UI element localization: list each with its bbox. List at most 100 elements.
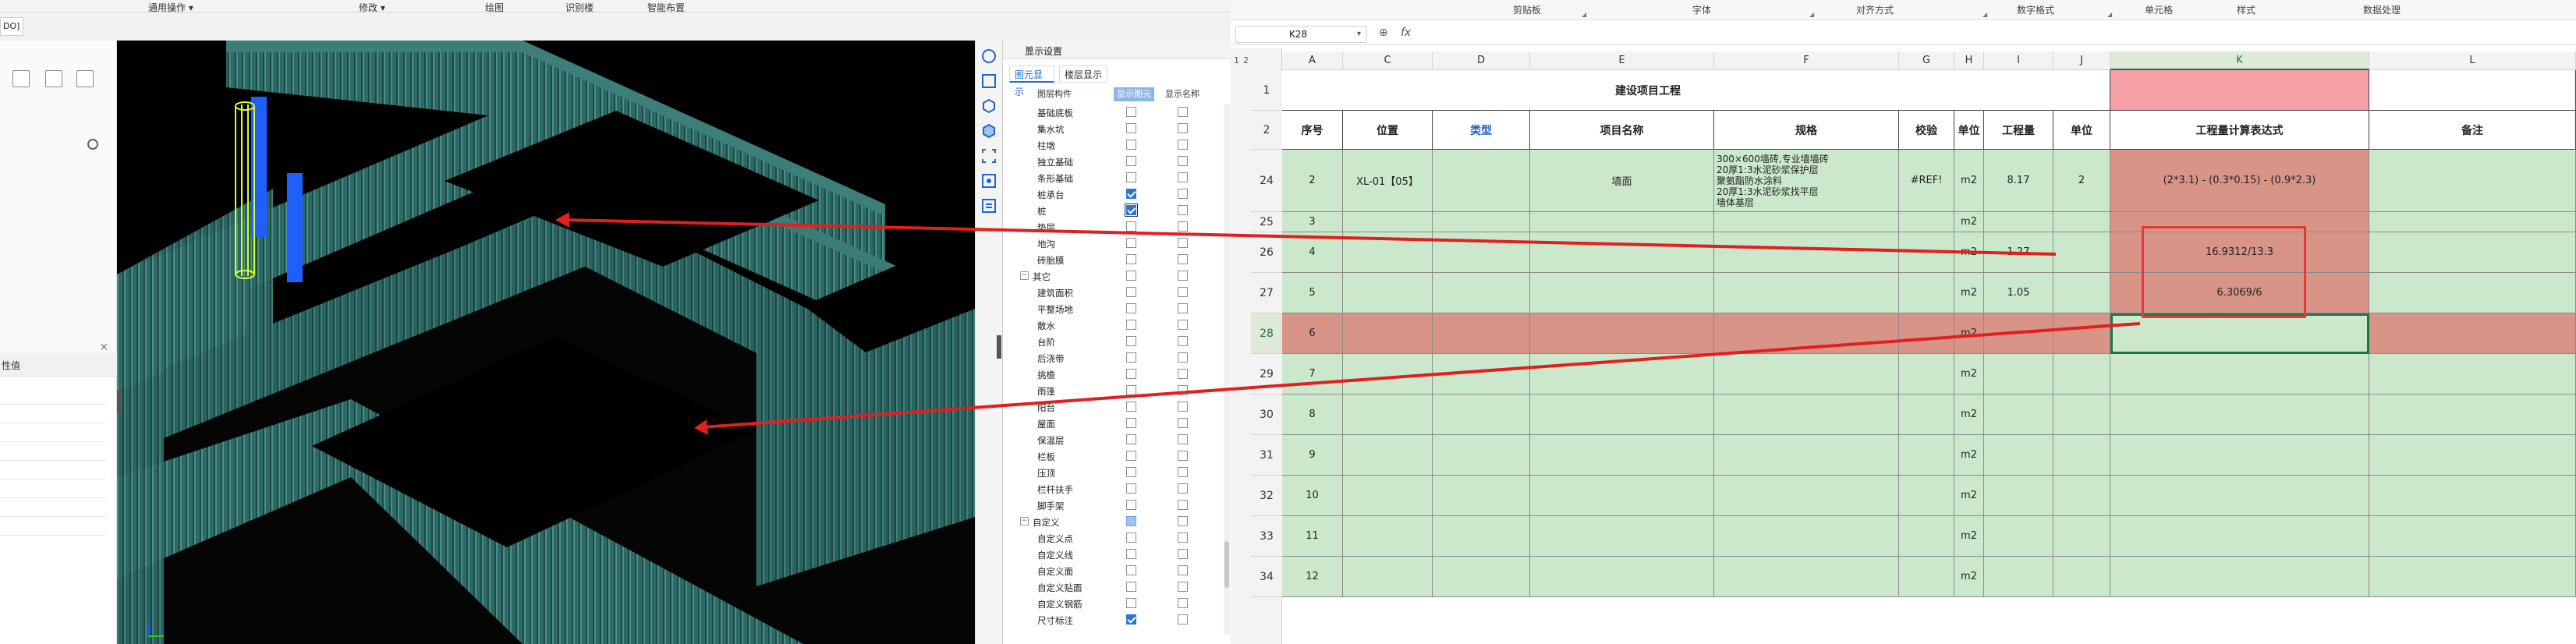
tree-row[interactable]: 自定义点 xyxy=(1003,530,1231,547)
row-header[interactable]: 24 xyxy=(1251,150,1282,212)
table-cell[interactable] xyxy=(1899,232,1954,273)
tree-row[interactable]: 桩 xyxy=(1003,203,1231,219)
toolbar-icon[interactable] xyxy=(76,70,94,87)
table-cell[interactable] xyxy=(1433,395,1530,435)
show-name-checkbox[interactable] xyxy=(1178,533,1188,543)
table-cell[interactable] xyxy=(1530,273,1714,313)
table-cell[interactable] xyxy=(2369,273,2576,313)
table-cell[interactable]: m2 xyxy=(1954,476,1984,516)
show-element-checkbox[interactable] xyxy=(1126,614,1136,625)
show-element-checkbox[interactable] xyxy=(1126,451,1136,461)
tree-row[interactable]: 自定义贴面 xyxy=(1003,579,1231,596)
table-cell[interactable]: 10 xyxy=(1282,476,1343,516)
tree-row[interactable]: 栏杆扶手 xyxy=(1003,481,1231,497)
tree-row[interactable]: 尺寸标注 xyxy=(1003,612,1231,628)
table-cell[interactable]: 3 xyxy=(1282,212,1343,232)
table-cell[interactable] xyxy=(1984,476,2053,516)
table-cell[interactable] xyxy=(2369,557,2576,597)
show-name-checkbox[interactable] xyxy=(1178,287,1188,297)
show-element-checkbox[interactable] xyxy=(1126,123,1136,133)
title-cell-k[interactable] xyxy=(2110,70,2369,111)
tree-row[interactable]: 砖胎膜 xyxy=(1003,252,1231,268)
show-name-checkbox[interactable] xyxy=(1178,582,1188,592)
show-element-checkbox[interactable] xyxy=(1126,369,1136,379)
table-cell[interactable] xyxy=(1433,476,1530,516)
table-cell[interactable] xyxy=(2053,232,2110,273)
table-cell[interactable] xyxy=(1343,232,1433,273)
dialog-launcher-icon[interactable]: ◢ xyxy=(1809,11,1814,18)
show-element-checkbox[interactable] xyxy=(1126,500,1136,510)
table-cell[interactable]: #REF! xyxy=(1899,150,1954,212)
table-cell[interactable] xyxy=(1984,212,2053,232)
show-name-checkbox[interactable] xyxy=(1178,320,1188,330)
table-cell[interactable] xyxy=(2053,313,2110,354)
table-cell[interactable] xyxy=(2053,476,2110,516)
table-cell[interactable]: m2 xyxy=(1954,150,1984,212)
table-cell[interactable] xyxy=(1899,354,1954,395)
show-element-checkbox[interactable] xyxy=(1126,221,1136,232)
row-header[interactable]: 34 xyxy=(1251,557,1282,597)
property-row[interactable] xyxy=(0,447,106,461)
tree-row[interactable]: − 自定义 xyxy=(1003,514,1231,530)
show-name-checkbox[interactable] xyxy=(1178,140,1188,150)
show-name-checkbox[interactable] xyxy=(1178,434,1188,444)
dialog-launcher-icon[interactable]: ◢ xyxy=(1982,11,1987,18)
table-cell[interactable] xyxy=(1899,313,1954,354)
show-name-checkbox[interactable] xyxy=(1178,271,1188,281)
table-cell[interactable] xyxy=(1984,557,2053,597)
row-header[interactable]: 31 xyxy=(1251,435,1282,476)
ribbon-draw[interactable]: 绘图 xyxy=(485,1,504,14)
name-box[interactable]: K28 ▾ xyxy=(1235,26,1366,43)
show-name-checkbox[interactable] xyxy=(1178,123,1188,133)
table-cell[interactable] xyxy=(1714,395,1899,435)
scrollbar[interactable] xyxy=(1224,104,1230,635)
table-cell[interactable] xyxy=(1714,516,1899,557)
tree-row[interactable]: 自定义钢筋 xyxy=(1003,596,1231,612)
table-cell[interactable] xyxy=(1530,212,1714,232)
table-cell[interactable] xyxy=(1714,273,1899,313)
table-cell[interactable] xyxy=(2369,435,2576,476)
tree-row[interactable]: 台阶 xyxy=(1003,334,1231,350)
show-name-checkbox[interactable] xyxy=(1178,565,1188,575)
show-element-checkbox[interactable] xyxy=(1126,533,1136,543)
table-cell[interactable] xyxy=(1433,212,1530,232)
settings-icon[interactable] xyxy=(980,172,998,190)
show-element-checkbox[interactable] xyxy=(1126,418,1136,428)
table-cell[interactable]: 5 xyxy=(1282,273,1343,313)
show-element-checkbox[interactable] xyxy=(1126,156,1136,166)
table-cell[interactable] xyxy=(1984,313,2053,354)
table-cell[interactable] xyxy=(1530,435,1714,476)
show-element-checkbox[interactable] xyxy=(1126,352,1136,363)
table-cell[interactable] xyxy=(1714,557,1899,597)
table-cell[interactable] xyxy=(1343,476,1433,516)
table-cell[interactable]: m2 xyxy=(1954,435,1984,476)
tree-row[interactable]: 压顶 xyxy=(1003,465,1231,481)
list-icon[interactable] xyxy=(980,196,998,215)
table-cell[interactable] xyxy=(2369,516,2576,557)
show-element-checkbox[interactable] xyxy=(1126,172,1136,182)
table-cell[interactable] xyxy=(1433,557,1530,597)
show-element-checkbox[interactable] xyxy=(1126,385,1136,395)
panel-collapse-handle[interactable] xyxy=(997,335,1001,359)
column-title[interactable]: 工程量计算表达式 xyxy=(2110,111,2369,150)
show-element-checkbox[interactable] xyxy=(1126,107,1136,117)
property-row[interactable] xyxy=(0,503,106,517)
show-element-checkbox[interactable] xyxy=(1126,287,1136,297)
table-cell[interactable] xyxy=(1530,354,1714,395)
table-cell[interactable] xyxy=(1433,435,1530,476)
table-cell[interactable]: 300×600墙砖,专业墙墙砖 20厚1:3水泥砂浆保护层 聚氨酯防水涂料 20厚1:… xyxy=(1714,150,1899,212)
table-cell[interactable] xyxy=(1530,557,1714,597)
table-cell[interactable] xyxy=(1530,313,1714,354)
column-title[interactable]: 类型 xyxy=(1433,111,1530,150)
table-cell[interactable] xyxy=(1433,273,1530,313)
column-header[interactable]: J xyxy=(2053,51,2110,70)
tab-floor-display[interactable]: 楼层显示 xyxy=(1059,65,1107,83)
show-name-checkbox[interactable] xyxy=(1178,418,1188,428)
table-cell[interactable] xyxy=(1714,435,1899,476)
property-row[interactable] xyxy=(0,428,106,442)
table-cell[interactable] xyxy=(1343,557,1433,597)
table-cell[interactable] xyxy=(1343,313,1433,354)
table-cell[interactable] xyxy=(2369,313,2576,354)
table-cell[interactable]: 11 xyxy=(1282,516,1343,557)
ribbon-data[interactable]: 数据处理 xyxy=(2363,3,2401,16)
